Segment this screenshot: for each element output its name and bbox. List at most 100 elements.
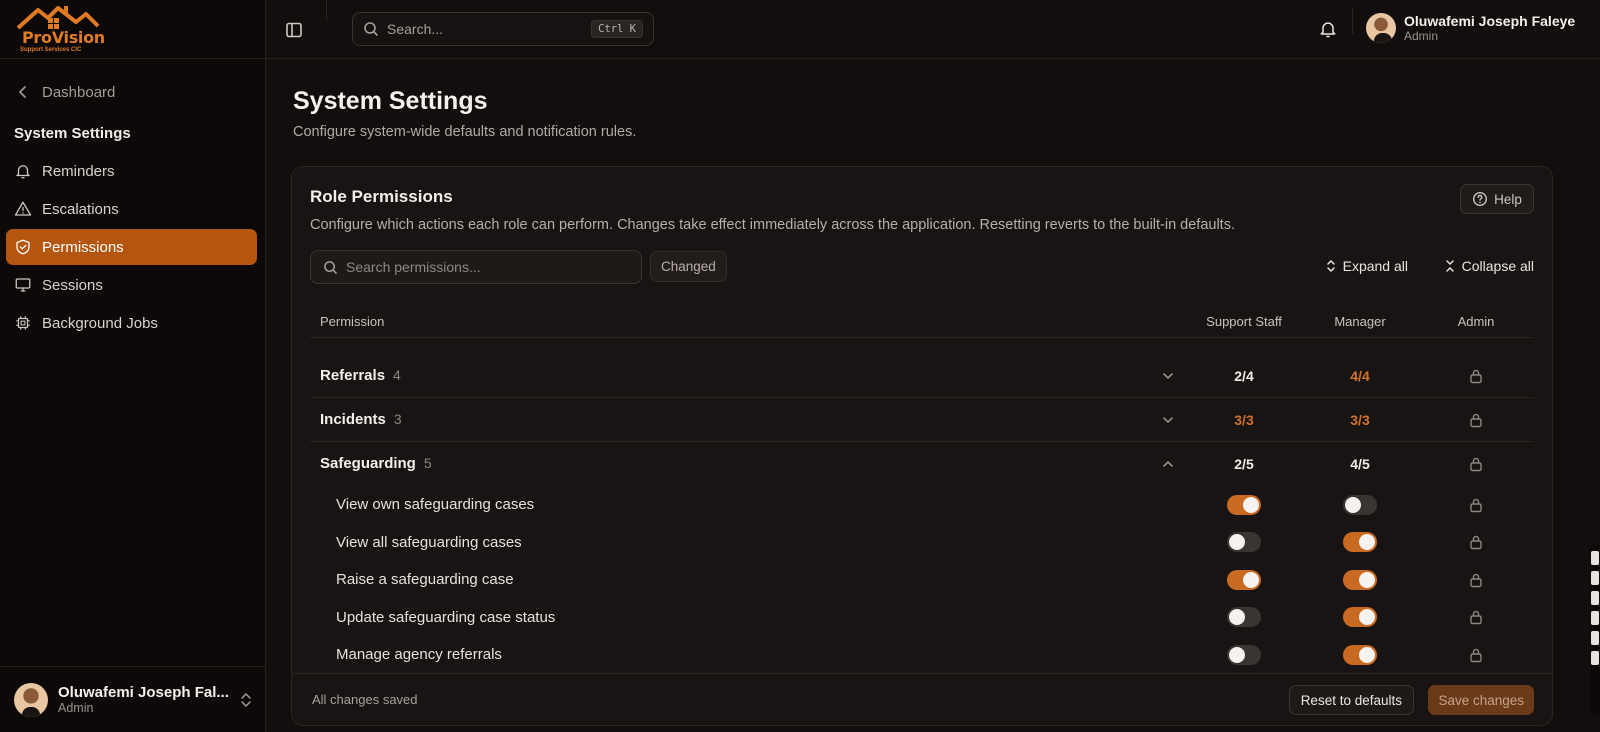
group-count: 5 [423, 455, 432, 471]
group-count: 4 [393, 366, 401, 383]
chevron-up-down-icon [241, 692, 251, 707]
sidebar-section-title: System Settings [14, 125, 131, 142]
sidebar-item-label: Permissions [42, 238, 124, 256]
sidebar-panel-icon [286, 22, 302, 38]
search-placeholder: Search... [387, 21, 444, 37]
reset-to-defaults-button[interactable]: Reset to defaults [1288, 685, 1414, 715]
top-user-menu[interactable]: Oluwafemi Joseph Faleye Admin [1366, 13, 1575, 43]
permissions-table: Permission Support Staff Manager Admin R… [310, 306, 1534, 674]
support-staff-toggle[interactable] [1227, 607, 1261, 628]
sidebar-user-role: Admin [58, 700, 94, 715]
column-header-manager: Manager [1334, 314, 1386, 329]
lock-icon [1470, 573, 1482, 587]
support-staff-toggle[interactable] [1227, 644, 1261, 665]
lock-icon [1470, 611, 1482, 625]
sidebar-nav: Reminders Escalations Permissions Sessio… [0, 153, 265, 343]
save-changes-button[interactable]: Save changes [1428, 685, 1534, 715]
admin-locked [1418, 497, 1534, 513]
permission-label: Update safeguarding case status [336, 608, 556, 626]
permissions-search-input[interactable]: Search permissions... [310, 250, 642, 284]
page-title: System Settings [293, 87, 488, 115]
column-header-support-staff: Support Staff [1206, 314, 1282, 329]
group-row-incidents[interactable]: Incidents 3 3/3 3/3 [310, 398, 1534, 442]
sidebar-user-menu[interactable]: Oluwafemi Joseph Fal... Admin [0, 666, 266, 732]
support-staff-toggle[interactable] [1227, 569, 1261, 590]
main-area: Search... Ctrl K Oluwafemi Joseph Faleye… [266, 0, 1600, 732]
changed-filter-button[interactable]: Changed [650, 251, 727, 282]
bell-icon [1320, 22, 1336, 38]
manager-score: 4/4 [1350, 367, 1370, 384]
permission-row: Manage agency referrals [310, 636, 1534, 674]
manager-score: 4/5 [1350, 456, 1370, 472]
sidebar-item-escalations[interactable]: Escalations [6, 191, 257, 227]
sidebar-item-permissions[interactable]: Permissions [6, 229, 257, 265]
global-search-input[interactable]: Search... Ctrl K [352, 12, 654, 46]
permission-row: Update safeguarding case status [310, 599, 1534, 637]
group-name: Incidents [320, 410, 386, 428]
chevron-down-icon [1163, 372, 1173, 379]
collapse-all-label: Collapse all [1461, 258, 1534, 274]
expand-all-label: Expand all [1342, 258, 1408, 274]
sidebar-item-sessions[interactable]: Sessions [6, 267, 257, 303]
manager-toggle[interactable] [1343, 532, 1377, 553]
brand-name: ProVision [22, 28, 105, 47]
sidebar-item-reminders[interactable]: Reminders [6, 153, 257, 189]
role-permissions-card: Role Permissions Configure which actions… [291, 166, 1553, 726]
lock-icon [1470, 457, 1482, 472]
floating-tool-strip[interactable] [1590, 545, 1600, 715]
sidebar-item-label: Escalations [42, 200, 119, 218]
safeguarding-permission-list: View own safeguarding cases View all safe… [310, 486, 1534, 674]
expand-toggle[interactable] [1150, 416, 1186, 424]
notifications-button[interactable] [1318, 18, 1338, 45]
chevron-up-icon [1163, 460, 1173, 467]
save-status: All changes saved [312, 692, 418, 707]
lock-icon [1470, 648, 1482, 662]
sidebar-item-label: Sessions [42, 276, 103, 294]
admin-locked [1418, 534, 1534, 550]
help-button[interactable]: Help [1460, 184, 1534, 214]
sidebar: ProVision Support Services CIC Dashboard… [0, 0, 266, 732]
manager-toggle[interactable] [1343, 644, 1377, 665]
manager-toggle[interactable] [1343, 494, 1377, 515]
chevron-down-icon [1163, 416, 1173, 423]
manager-toggle[interactable] [1343, 569, 1377, 590]
monitor-icon [15, 278, 31, 292]
sidebar-item-background-jobs[interactable]: Background Jobs [6, 305, 257, 341]
shield-check-icon [16, 239, 30, 255]
permission-row: View all safeguarding cases [310, 524, 1534, 562]
brand-subtitle: Support Services CIC [20, 47, 82, 53]
card-title: Role Permissions [310, 187, 453, 206]
back-label: Dashboard [42, 83, 116, 101]
logo-area: ProVision Support Services CIC [0, 0, 265, 59]
support-staff-toggle[interactable] [1227, 532, 1261, 553]
collapse-all-button[interactable]: Collapse all [1444, 258, 1534, 274]
card-description: Configure which actions each role can pe… [310, 217, 1235, 233]
bell-icon [16, 165, 30, 179]
question-circle-icon [1473, 191, 1488, 207]
back-to-dashboard-link[interactable]: Dashboard [18, 81, 265, 103]
admin-locked [1418, 609, 1534, 625]
topbar: Search... Ctrl K Oluwafemi Joseph Faleye… [266, 0, 1600, 59]
collapse-toggle[interactable] [1150, 460, 1186, 468]
sidebar-toggle-button[interactable] [284, 20, 304, 40]
admin-locked [1418, 572, 1534, 588]
help-label: Help [1494, 191, 1522, 207]
manager-score: 3/3 [1350, 411, 1370, 428]
permission-label: Raise a safeguarding case [336, 571, 514, 589]
support-staff-toggle[interactable] [1227, 494, 1261, 515]
brand-logo[interactable]: ProVision Support Services CIC [14, 4, 105, 56]
chevrons-collapse-icon [1445, 260, 1454, 272]
group-row-referrals[interactable]: Referrals 4 2/4 4/4 [310, 354, 1534, 398]
page-content: System Settings Configure system-wide de… [266, 59, 1600, 732]
group-count: 3 [393, 410, 402, 427]
manager-toggle[interactable] [1343, 607, 1377, 628]
group-row-safeguarding[interactable]: Safeguarding 5 2/5 4/5 [310, 442, 1534, 486]
keyboard-shortcut: Ctrl K [591, 20, 643, 38]
expand-all-button[interactable]: Expand all [1325, 258, 1408, 274]
permission-label: View all safeguarding cases [336, 533, 522, 551]
divider [326, 0, 327, 20]
search-icon [324, 260, 337, 274]
expand-toggle[interactable] [1150, 372, 1186, 380]
avatar [1366, 13, 1396, 43]
lock-icon [1470, 536, 1482, 550]
